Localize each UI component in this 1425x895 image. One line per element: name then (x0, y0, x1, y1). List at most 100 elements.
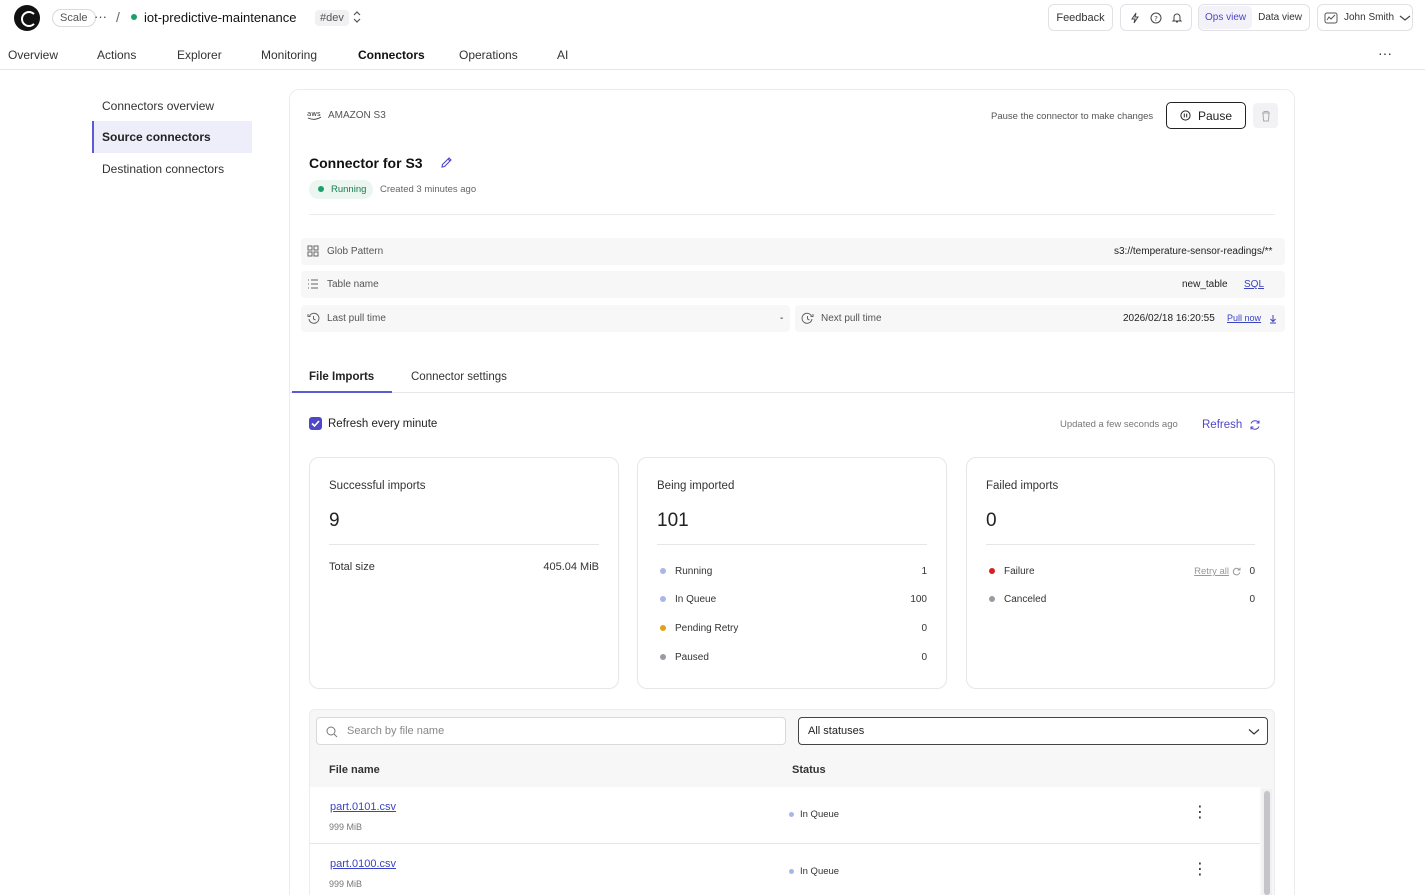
legend-count: 0 (1249, 566, 1255, 577)
tab-actions[interactable]: Actions (97, 48, 136, 62)
tab-overview[interactable]: Overview (8, 48, 58, 62)
data-view-button[interactable]: Data view (1252, 6, 1308, 29)
search-input[interactable]: Search by file name (316, 717, 786, 745)
main-nav: Overview Actions Explorer Monitoring Con… (0, 36, 1425, 70)
status-dot (789, 869, 794, 874)
user-menu[interactable]: John Smith (1317, 4, 1413, 31)
pull-now-link[interactable]: Pull now (1227, 313, 1261, 323)
view-toggle: Ops view Data view (1198, 4, 1310, 31)
sidebar-item-source-connectors[interactable]: Source connectors (92, 121, 252, 153)
running-dot (318, 186, 324, 192)
pause-hint: Pause the connector to make changes (991, 111, 1154, 122)
paused-dot (660, 654, 666, 660)
card-divider (657, 544, 927, 545)
legend-label: Failure (1004, 566, 1035, 577)
plan-badge[interactable]: Scale (52, 9, 96, 27)
failed-imports-card: Failed imports 0 Failure Retry all 0 Can… (966, 457, 1275, 689)
legend-label: Running (675, 566, 713, 577)
project-switch-icon[interactable] (351, 10, 363, 24)
pause-icon (1180, 110, 1191, 121)
legend-count: 0 (1249, 594, 1255, 605)
row-status: In Queue (800, 866, 840, 877)
logo-icon[interactable] (14, 5, 40, 31)
column-status[interactable]: Status (792, 764, 826, 776)
legend-count: 100 (910, 594, 927, 605)
table-scrollbar-track[interactable] (1262, 789, 1272, 895)
tab-connectors[interactable]: Connectors (358, 48, 425, 62)
failed-imports-count: 0 (986, 510, 997, 531)
list-icon (308, 279, 318, 289)
more-projects-icon[interactable]: ··· (94, 9, 107, 24)
connector-type: AMAZON S3 (328, 110, 386, 121)
clock-forward-icon (801, 312, 814, 324)
delete-button[interactable] (1253, 103, 1278, 128)
env-tag: #dev (315, 10, 349, 26)
row-menu-icon[interactable]: ⋮ (1192, 862, 1208, 878)
successful-imports-count: 9 (329, 510, 340, 531)
tab-file-imports[interactable]: File Imports (309, 371, 374, 383)
checkmark-icon (311, 420, 320, 428)
in-queue-dot (660, 596, 666, 602)
file-size: 999 MiB (329, 879, 363, 889)
legend-running: Running 1 (660, 565, 927, 579)
retry-all-link[interactable]: Retry all (1194, 566, 1229, 577)
active-tab-indicator (292, 391, 392, 393)
feedback-button[interactable]: Feedback (1048, 4, 1113, 31)
legend-label: Paused (675, 652, 709, 663)
legend-count: 0 (921, 652, 927, 663)
legend-canceled: Canceled 0 (989, 593, 1255, 607)
glob-pattern-row: Glob Pattern s3://temperature-sensor-rea… (301, 238, 1285, 265)
status-dot (789, 812, 794, 817)
canceled-dot (989, 596, 995, 602)
table-row: part.0100.csv 999 MiB In Queue ⋮ (310, 844, 1260, 895)
edit-name-icon[interactable] (440, 156, 453, 169)
total-size-value: 405.04 MiB (543, 561, 599, 573)
successful-imports-card: Successful imports 9 Total size 405.04 M… (309, 457, 619, 689)
aws-icon: aws (307, 110, 322, 120)
refresh-label: Refresh (1202, 419, 1243, 431)
file-link[interactable]: part.0100.csv (330, 858, 396, 870)
help-icon[interactable]: ? (1150, 12, 1162, 24)
legend-label: Canceled (1004, 594, 1047, 605)
project-name[interactable]: iot-predictive-maintenance (144, 10, 296, 25)
tab-explorer[interactable]: Explorer (177, 48, 222, 62)
history-icon (307, 312, 320, 324)
retry-icon[interactable] (1232, 567, 1241, 576)
status-select[interactable]: All statuses (798, 717, 1268, 745)
tab-monitoring[interactable]: Monitoring (261, 48, 317, 62)
successful-imports-title: Successful imports (329, 480, 426, 492)
table-scrollbar-thumb[interactable] (1264, 791, 1270, 895)
tab-connector-settings[interactable]: Connector settings (411, 371, 507, 383)
being-imported-count: 101 (657, 510, 689, 531)
lightning-icon[interactable] (1129, 12, 1141, 24)
ops-view-button[interactable]: Ops view (1199, 6, 1253, 29)
status-text: Running (331, 184, 367, 195)
legend-in-queue: In Queue 100 (660, 593, 927, 607)
tab-ai[interactable]: AI (557, 48, 568, 62)
download-icon[interactable] (1269, 314, 1277, 324)
next-pull-label: Next pull time (821, 313, 882, 324)
glob-pattern-label: Glob Pattern (327, 246, 384, 257)
bell-icon[interactable] (1171, 12, 1183, 24)
sql-link[interactable]: SQL (1244, 279, 1264, 290)
card-divider (986, 544, 1255, 545)
svg-text:?: ? (1154, 15, 1158, 23)
row-menu-icon[interactable]: ⋮ (1192, 805, 1208, 821)
sidebar-item-connectors-overview[interactable]: Connectors overview (92, 90, 252, 122)
table-row: part.0101.csv 999 MiB In Queue ⋮ (310, 787, 1260, 844)
refresh-button[interactable]: Refresh (1202, 417, 1261, 433)
user-name: John Smith (1344, 12, 1395, 23)
column-file-name[interactable]: File name (329, 764, 380, 776)
search-icon (326, 726, 338, 738)
sidebar-item-destination-connectors[interactable]: Destination connectors (92, 153, 252, 185)
failure-dot (989, 568, 995, 574)
header-divider (309, 214, 1275, 215)
tab-operations[interactable]: Operations (459, 48, 518, 62)
nav-more-icon[interactable]: ··· (1378, 45, 1392, 61)
refresh-checkbox[interactable] (309, 417, 322, 430)
quick-actions-group: ? (1120, 4, 1192, 31)
file-link[interactable]: part.0101.csv (330, 801, 396, 813)
pause-button[interactable]: Pause (1166, 102, 1246, 129)
org-icon (1324, 12, 1338, 23)
next-pull-value: 2026/02/18 16:20:55 (1123, 313, 1215, 324)
